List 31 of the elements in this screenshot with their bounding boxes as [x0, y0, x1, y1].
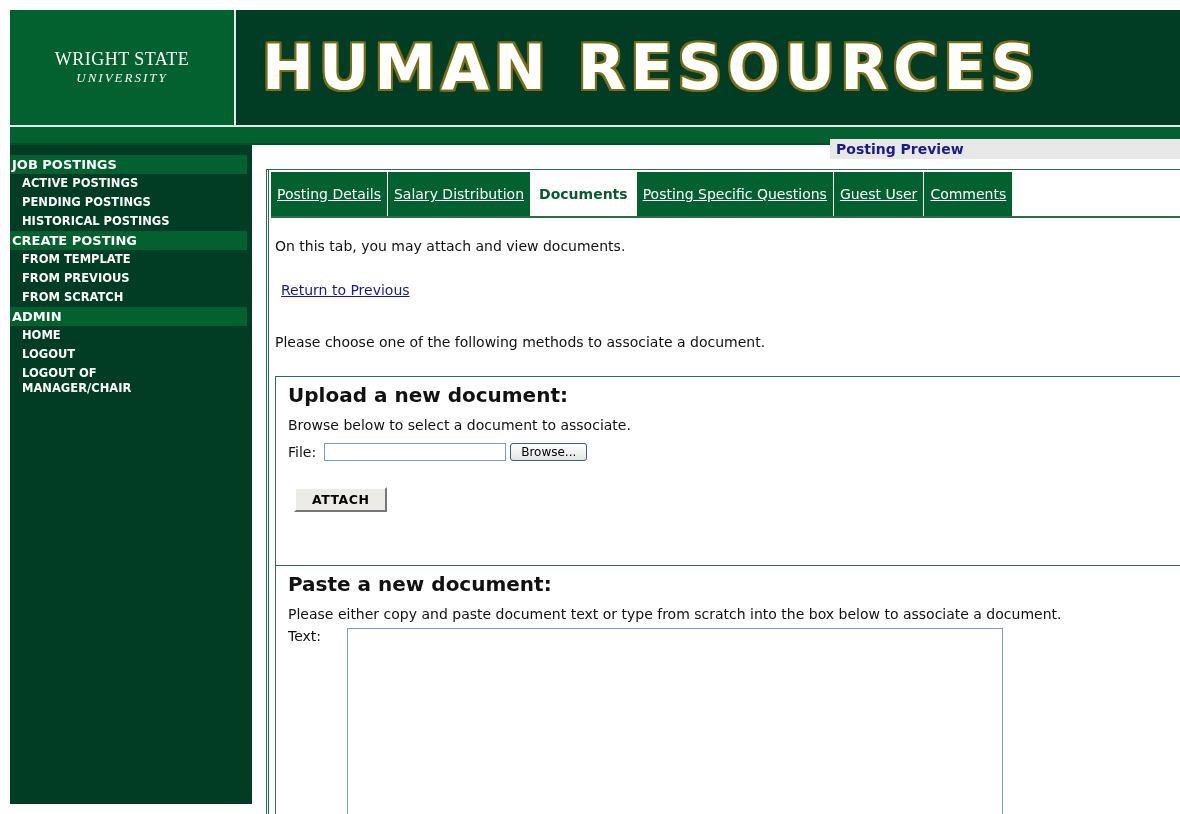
field-label: Text: [288, 628, 322, 644]
file-field[interactable] [324, 443, 507, 461]
tab[interactable]: Posting Specific Questions [636, 172, 834, 216]
attach-button[interactable]: ATTACH [294, 487, 388, 512]
instruction-text: Please choose one of the following methods to associate a document. [275, 334, 767, 350]
intro-text: On this tab, you may attach and view documents. [275, 238, 627, 254]
section-heading: Paste a new document: [288, 572, 553, 596]
field-label: File: [288, 444, 317, 460]
sidebar-link[interactable]: LOGOUT OF MANAGER/CHAIR [10, 364, 192, 398]
sidebar-link[interactable]: PENDING POSTINGS [10, 193, 192, 212]
university-logo: WRIGHT STATE UNIVERSITY [10, 10, 236, 125]
sidebar-heading: CREATE POSTING [10, 231, 247, 250]
sidebar-link[interactable]: HISTORICAL POSTINGS [10, 212, 192, 231]
return-link[interactable]: Return to Previous [281, 282, 410, 298]
sidebar-heading: JOB POSTINGS [10, 155, 247, 174]
sidebar-link[interactable]: FROM SCRATCH [10, 288, 192, 307]
hint-text: Browse below to select a document to associate. [288, 417, 632, 433]
sidebar-link[interactable]: FROM TEMPLATE [10, 250, 192, 269]
page-title: HUMAN RESOURCES [262, 31, 1041, 104]
sidebar-link[interactable]: HOME [10, 326, 192, 345]
tab[interactable]: Guest User [833, 172, 925, 216]
sidebar-heading: ADMIN [10, 307, 247, 326]
tab[interactable]: Posting Details [271, 172, 388, 216]
hint-text: Please either copy and paste document text or type from scratch into the box below to associate a document. [288, 606, 1063, 622]
tab[interactable]: Salary Distribution [387, 172, 532, 216]
section-heading: Upload a new document: [288, 383, 569, 407]
sidebar-link[interactable]: ACTIVE POSTINGS [10, 174, 192, 193]
browse-button[interactable]: Browse... [510, 443, 588, 461]
tab[interactable]: Comments [924, 172, 1014, 216]
sidebar-link[interactable]: LOGOUT [10, 345, 192, 364]
sidebar-link[interactable]: FROM PREVIOUS [10, 269, 192, 288]
